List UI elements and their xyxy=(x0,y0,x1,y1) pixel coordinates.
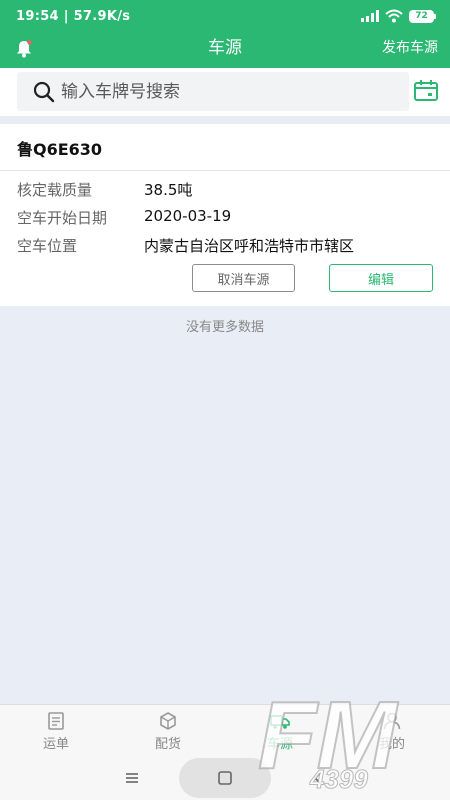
detail-row-load: 核定载质量 38.5吨 xyxy=(17,179,192,200)
row-label: 空车位置 xyxy=(17,237,78,255)
card-divider xyxy=(0,170,450,171)
tab-label: 车源 xyxy=(266,737,293,752)
cancel-source-button[interactable]: 取消车源 xyxy=(192,264,295,292)
tab-label: 配货 xyxy=(154,737,181,752)
publish-source-button[interactable]: 发布车源 xyxy=(382,32,438,64)
tab-mine[interactable]: 我的 xyxy=(336,705,448,757)
row-label: 空车开始日期 xyxy=(17,209,108,227)
detail-row-location: 空车位置 内蒙古自治区呼和浩特市市辖区 xyxy=(17,235,354,256)
system-nav-bar xyxy=(0,756,450,800)
home-icon[interactable] xyxy=(213,766,237,790)
tab-label: 我的 xyxy=(378,737,405,752)
search-bar xyxy=(0,68,450,116)
truck-icon xyxy=(270,715,290,729)
search-icon xyxy=(33,81,55,102)
status-time: 19:54 | 57.9K/s xyxy=(16,8,131,24)
plate-number: 鲁Q6E630 xyxy=(17,140,103,159)
battery-level: 72 xyxy=(409,9,434,23)
tab-vehicle-source[interactable]: 车源 xyxy=(224,705,336,757)
no-more-data-text: 没有更多数据 xyxy=(185,320,264,335)
status-bar: 19:54 | 57.9K/s 72 xyxy=(0,0,450,32)
row-value: 2020-03-19 xyxy=(144,207,232,225)
row-label: 核定载质量 xyxy=(17,181,93,199)
back-icon[interactable] xyxy=(306,766,330,790)
search-input[interactable] xyxy=(61,81,361,102)
tab-bar: 运单 配货 车源 我的 xyxy=(0,704,450,756)
signal-icon xyxy=(361,10,379,22)
box-icon xyxy=(160,712,176,730)
tab-label: 运单 xyxy=(42,737,69,752)
row-value: 38.5吨 xyxy=(144,181,193,199)
nav-bar: 车源 发布车源 xyxy=(0,32,450,68)
waybill-icon xyxy=(48,712,64,730)
search-box[interactable] xyxy=(17,72,409,111)
edit-button[interactable]: 编辑 xyxy=(329,264,433,292)
vehicle-card: 鲁Q6E630 核定载质量 38.5吨 空车开始日期 2020-03-19 空车… xyxy=(0,124,450,306)
user-icon xyxy=(383,712,401,730)
detail-row-start-date: 空车开始日期 2020-03-19 xyxy=(17,207,231,228)
status-icons: 72 xyxy=(361,9,436,23)
battery-icon: 72 xyxy=(409,9,436,23)
menu-icon[interactable] xyxy=(120,766,144,790)
tab-distribution[interactable]: 配货 xyxy=(112,705,224,757)
wifi-icon xyxy=(385,9,403,23)
calendar-icon[interactable] xyxy=(413,78,439,104)
row-value: 内蒙古自治区呼和浩特市市辖区 xyxy=(144,237,355,255)
tab-waybill[interactable]: 运单 xyxy=(0,705,112,757)
